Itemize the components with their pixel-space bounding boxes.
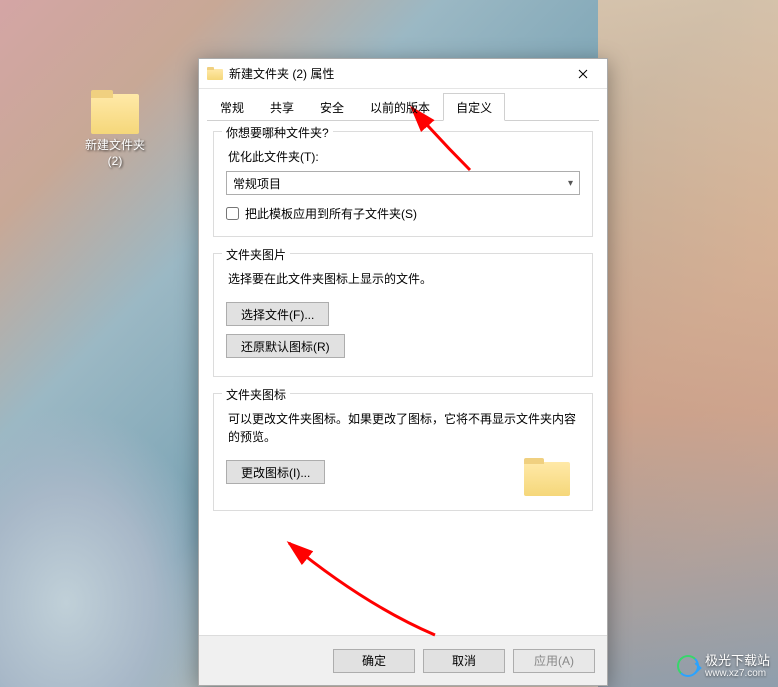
chevron-down-icon: ▾ (568, 178, 573, 189)
change-icon-button[interactable]: 更改图标(I)... (226, 460, 325, 484)
cancel-button[interactable]: 取消 (423, 649, 505, 673)
group-folder-icon: 文件夹图标 可以更改文件夹图标。如果更改了图标，它将不再显示文件夹内容的预览。 … (213, 393, 593, 511)
group-folder-picture: 文件夹图片 选择要在此文件夹图标上显示的文件。 选择文件(F)... 还原默认图… (213, 253, 593, 377)
watermark-logo-icon (677, 655, 699, 677)
optimize-dropdown[interactable]: 常规项目 ▾ (226, 171, 580, 195)
watermark-title: 极光下载站 (705, 654, 770, 668)
picture-desc: 选择要在此文件夹图标上显示的文件。 (228, 270, 580, 288)
apply-subfolders-row[interactable]: 把此模板应用到所有子文件夹(S) (226, 205, 580, 222)
tab-customize[interactable]: 自定义 (443, 93, 505, 121)
optimize-label: 优化此文件夹(T): (228, 148, 580, 165)
titlebar: 新建文件夹 (2) 属性 (199, 59, 607, 89)
close-button[interactable] (563, 60, 603, 88)
close-icon (578, 69, 588, 79)
choose-file-button[interactable]: 选择文件(F)... (226, 302, 329, 326)
dialog-title: 新建文件夹 (2) 属性 (229, 65, 563, 82)
watermark: 极光下载站 www.xz7.com (677, 654, 770, 679)
icon-desc: 可以更改文件夹图标。如果更改了图标，它将不再显示文件夹内容的预览。 (228, 410, 580, 446)
tab-previous-versions[interactable]: 以前的版本 (357, 93, 443, 121)
desktop-folder-icon[interactable]: 新建文件夹 (2) (70, 90, 160, 169)
group-legend: 文件夹图片 (222, 246, 290, 263)
group-legend: 你想要哪种文件夹? (222, 124, 333, 141)
tab-sharing[interactable]: 共享 (257, 93, 307, 121)
tab-content: 你想要哪种文件夹? 优化此文件夹(T): 常规项目 ▾ 把此模板应用到所有子文件… (199, 121, 607, 635)
tab-general[interactable]: 常规 (207, 93, 257, 121)
restore-default-button[interactable]: 还原默认图标(R) (226, 334, 345, 358)
folder-icon (87, 90, 143, 134)
group-folder-type: 你想要哪种文件夹? 优化此文件夹(T): 常规项目 ▾ 把此模板应用到所有子文件… (213, 131, 593, 237)
watermark-url: www.xz7.com (705, 668, 770, 679)
group-legend: 文件夹图标 (222, 386, 290, 403)
tab-bar: 常规 共享 安全 以前的版本 自定义 (199, 89, 607, 121)
properties-dialog: 新建文件夹 (2) 属性 常规 共享 安全 以前的版本 自定义 你想要哪种文件夹… (198, 58, 608, 686)
dialog-footer: 确定 取消 应用(A) (199, 635, 607, 685)
apply-subfolders-checkbox[interactable] (226, 207, 239, 220)
apply-button: 应用(A) (513, 649, 595, 673)
tab-security[interactable]: 安全 (307, 93, 357, 121)
folder-icon (207, 67, 223, 80)
dropdown-value: 常规项目 (233, 175, 281, 192)
checkbox-label: 把此模板应用到所有子文件夹(S) (245, 205, 417, 222)
desktop-icon-label: 新建文件夹 (2) (70, 138, 160, 169)
ok-button[interactable]: 确定 (333, 649, 415, 673)
folder-icon-preview (524, 458, 570, 496)
